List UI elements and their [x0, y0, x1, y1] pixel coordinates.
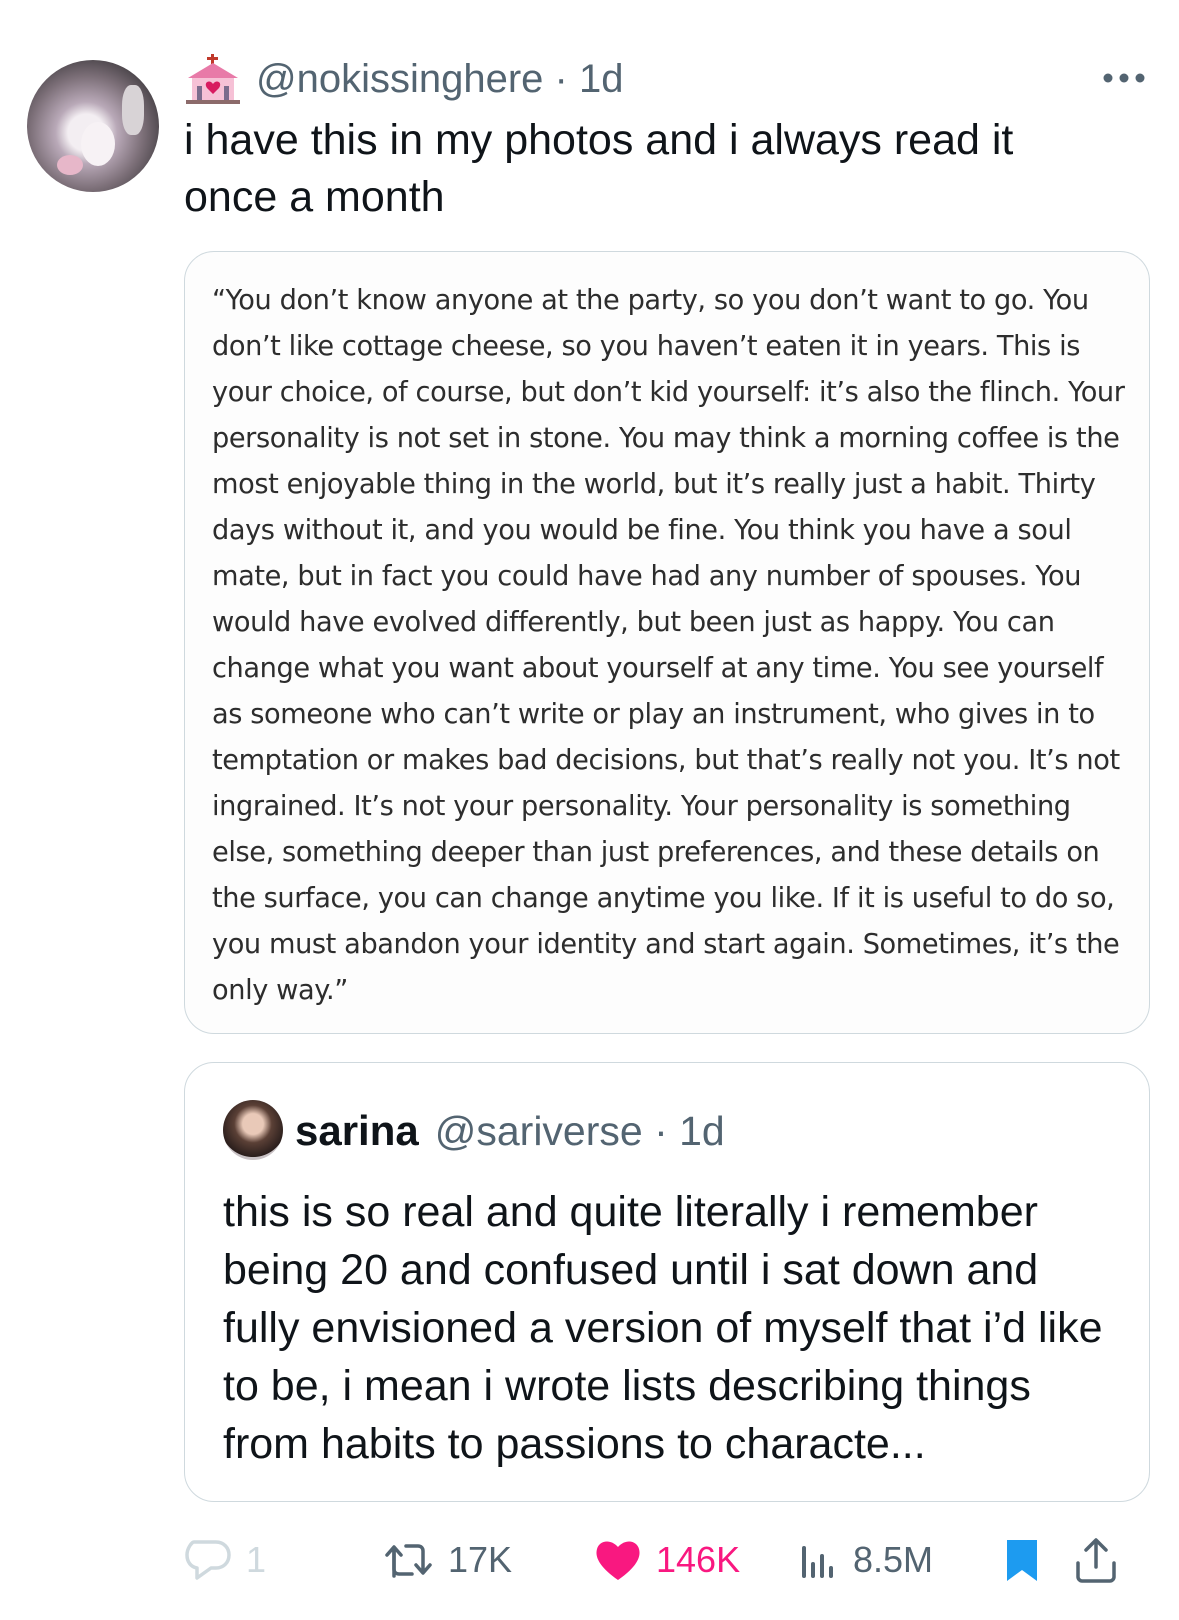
- quoted-tweet[interactable]: sarina @sariverse · 1d this is so real a…: [184, 1062, 1150, 1502]
- like-count: 146K: [656, 1539, 741, 1580]
- avatar-detail: [81, 122, 115, 166]
- views-count: 8.5M: [853, 1539, 934, 1580]
- quoted-tweet-text: this is so real and quite literally i re…: [223, 1188, 1103, 1468]
- user-avatar[interactable]: [27, 60, 159, 192]
- views-bar-chart-icon: [802, 1546, 833, 1578]
- reply-bubble-icon: [185, 1540, 231, 1580]
- bookmark-filled-icon: [1007, 1540, 1037, 1581]
- quoted-tweet-header: sarina @sariverse · 1d: [295, 1107, 725, 1155]
- bookmark-button[interactable]: [1004, 1530, 1040, 1590]
- attached-text-image[interactable]: “You don’t know anyone at the party, so …: [184, 251, 1150, 1034]
- author-handle-and-time[interactable]: @nokissinghere · 1d: [256, 57, 623, 102]
- share-button[interactable]: [1074, 1530, 1118, 1590]
- avatar-detail: [57, 155, 83, 175]
- tweet-header: @nokissinghere · 1d: [184, 54, 623, 104]
- retweet-button[interactable]: 17K: [384, 1530, 512, 1590]
- quoted-user-avatar[interactable]: [223, 1100, 283, 1160]
- wedding-chapel-icon: [186, 54, 240, 104]
- retweet-icon: [385, 1544, 432, 1578]
- avatar-detail: [122, 85, 144, 135]
- more-dots-icon[interactable]: [1101, 68, 1147, 88]
- tweet-action-bar: 1 17K 146K 8.5M: [184, 1530, 1144, 1590]
- reply-count: 1: [246, 1539, 267, 1580]
- heart-filled-icon: [596, 1541, 640, 1580]
- quoted-handle-and-time[interactable]: @sariverse · 1d: [435, 1108, 725, 1155]
- quoted-display-name[interactable]: sarina: [295, 1107, 419, 1155]
- reply-button[interactable]: 1: [184, 1530, 266, 1590]
- share-upload-icon: [1076, 1538, 1116, 1583]
- like-button[interactable]: 146K: [594, 1530, 740, 1590]
- views-button[interactable]: 8.5M: [799, 1530, 933, 1590]
- retweet-count: 17K: [448, 1539, 513, 1580]
- tweet-text: i have this in my photos and i always re…: [184, 116, 1014, 221]
- image-quote-text: “You don’t know anyone at the party, so …: [212, 285, 1125, 1006]
